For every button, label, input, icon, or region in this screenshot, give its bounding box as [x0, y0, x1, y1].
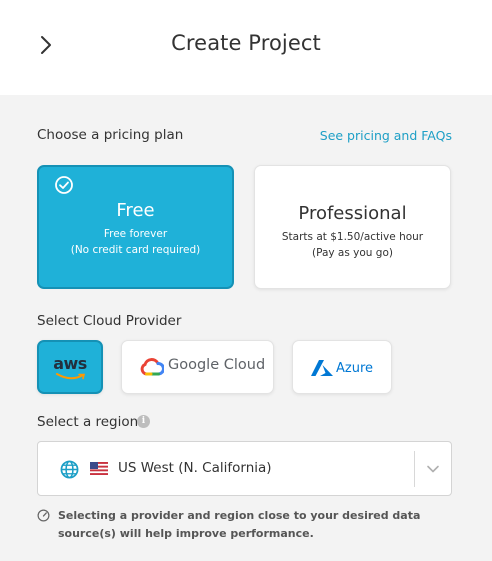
plan-card-free[interactable]: Free Free forever (No credit card requir…: [37, 165, 234, 289]
plan-description: Free forever: [103, 228, 168, 240]
plan-name: Free: [116, 200, 155, 221]
region-hint: Selecting a provider and region close to…: [58, 509, 421, 540]
azure-label: Azure: [336, 361, 374, 376]
plan-name: Professional: [298, 203, 407, 224]
region-value: US West (N. California): [118, 460, 272, 476]
pricing-plan-label: Choose a pricing plan: [37, 127, 184, 143]
provider-google-cloud-button[interactable]: Google Cloud: [121, 340, 274, 394]
plan-note: (No credit card required): [70, 244, 201, 256]
plan-card-professional[interactable]: Professional Starts at $1.50/active hour…: [254, 165, 451, 289]
provider-azure-button[interactable]: Azure: [292, 340, 392, 394]
plan-description: Starts at $1.50/active hour: [281, 231, 424, 243]
google-cloud-label: Google Cloud: [168, 357, 266, 373]
region-label: Select a region: [37, 414, 139, 430]
select-divider: [414, 451, 415, 487]
provider-aws-button[interactable]: aws: [37, 340, 103, 394]
us-flag-icon: [90, 462, 108, 475]
info-icon[interactable]: i: [137, 415, 150, 428]
azure-icon: [311, 360, 333, 376]
speedometer-icon: [37, 509, 50, 522]
page-title: Create Project: [171, 31, 321, 55]
aws-logo-text: aws: [53, 354, 87, 373]
google-cloud-icon: [140, 358, 164, 376]
check-circle-icon: [55, 176, 73, 194]
plan-note: (Pay as you go): [311, 247, 393, 259]
globe-icon: [60, 460, 79, 479]
region-select[interactable]: US West (N. California): [37, 441, 452, 496]
pricing-faq-link[interactable]: See pricing and FAQs: [320, 128, 452, 143]
cloud-provider-label: Select Cloud Provider: [37, 313, 182, 329]
chevron-down-icon[interactable]: [426, 462, 440, 476]
aws-smile-icon: [56, 373, 86, 380]
header: Create Project: [0, 0, 492, 95]
